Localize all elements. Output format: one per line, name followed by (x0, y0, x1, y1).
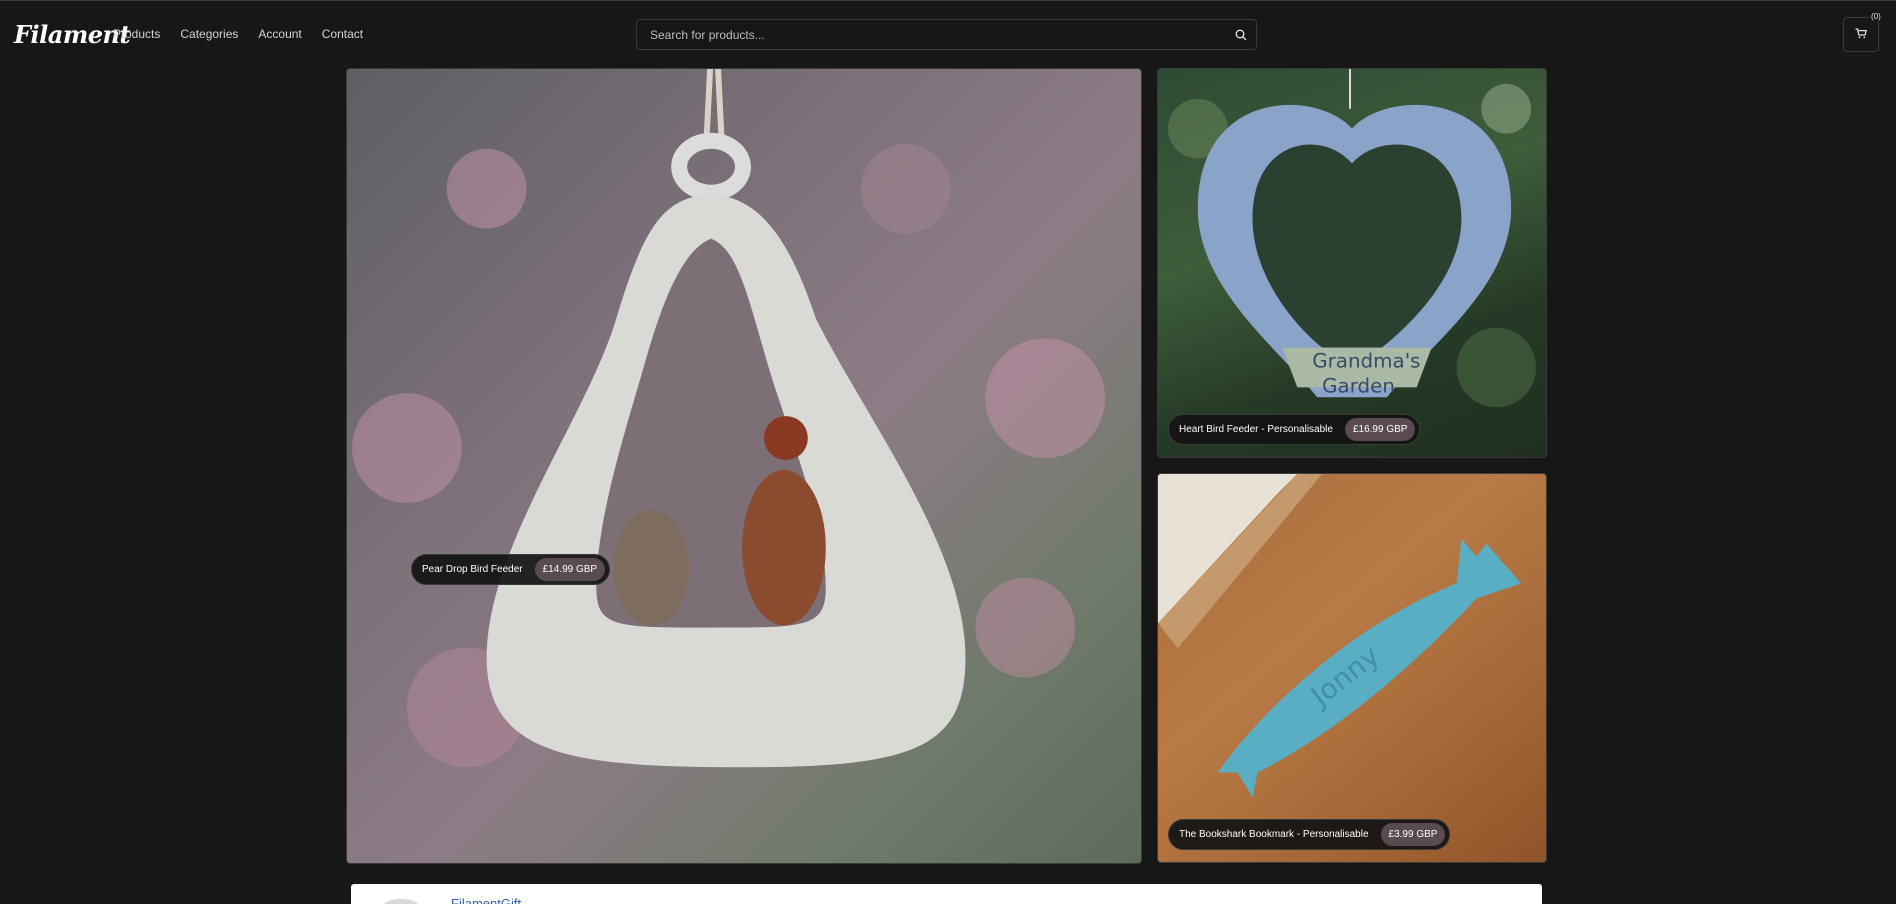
product-label[interactable]: The Bookshark Bookmark - Personalisable … (1168, 819, 1451, 850)
heart-feeder-image: Grandma's Garden (1167, 69, 1537, 408)
cart-button[interactable] (1843, 17, 1879, 52)
avatar (381, 899, 421, 904)
product-price: £3.99 GBP (1380, 823, 1446, 846)
product-price: £14.99 GBP (534, 558, 606, 581)
search-bar (636, 19, 1257, 50)
product-name: The Bookshark Bookmark - Personalisable (1179, 829, 1369, 840)
product-name: Heart Bird Feeder - Personalisable (1179, 424, 1333, 435)
main-nav: Products Categories Account Contact (113, 25, 383, 43)
product-tile-heart-feeder[interactable]: Grandma's Garden Heart Bird Feeder - Per… (1157, 68, 1547, 458)
product-tile-bookshark[interactable]: Jonny The Bookshark Bookmark - Personali… (1157, 473, 1547, 863)
cart-icon (1855, 26, 1867, 44)
site-header: Filament Products Categories Account Con… (0, 1, 1896, 65)
feeder-engraving-line1: Grandma's (1312, 349, 1420, 372)
nav-account[interactable]: Account (258, 25, 301, 43)
bookshark-bookmark-image: Jonny (1158, 474, 1522, 798)
nav-categories[interactable]: Categories (180, 25, 238, 43)
product-tile-pear-drop[interactable]: Pear Drop Bird Feeder £14.99 GBP (346, 68, 1142, 864)
product-name: Pear Drop Bird Feeder (422, 564, 523, 575)
search-input[interactable] (637, 20, 1226, 49)
nav-products[interactable]: Products (113, 25, 160, 43)
pear-drop-feeder-image (351, 69, 1106, 768)
cart-count-badge: (0) (1870, 12, 1882, 21)
nav-contact[interactable]: Contact (322, 25, 363, 43)
feeder-engraving-line2: Garden (1322, 374, 1395, 397)
store-info-card: FilamentGift (351, 884, 1542, 904)
product-label[interactable]: Pear Drop Bird Feeder £14.99 GBP (411, 554, 611, 585)
product-price: £16.99 GBP (1344, 418, 1416, 441)
store-name-link[interactable]: FilamentGift (451, 896, 521, 904)
product-label[interactable]: Heart Bird Feeder - Personalisable £16.9… (1168, 414, 1421, 445)
search-icon[interactable] (1226, 20, 1256, 49)
